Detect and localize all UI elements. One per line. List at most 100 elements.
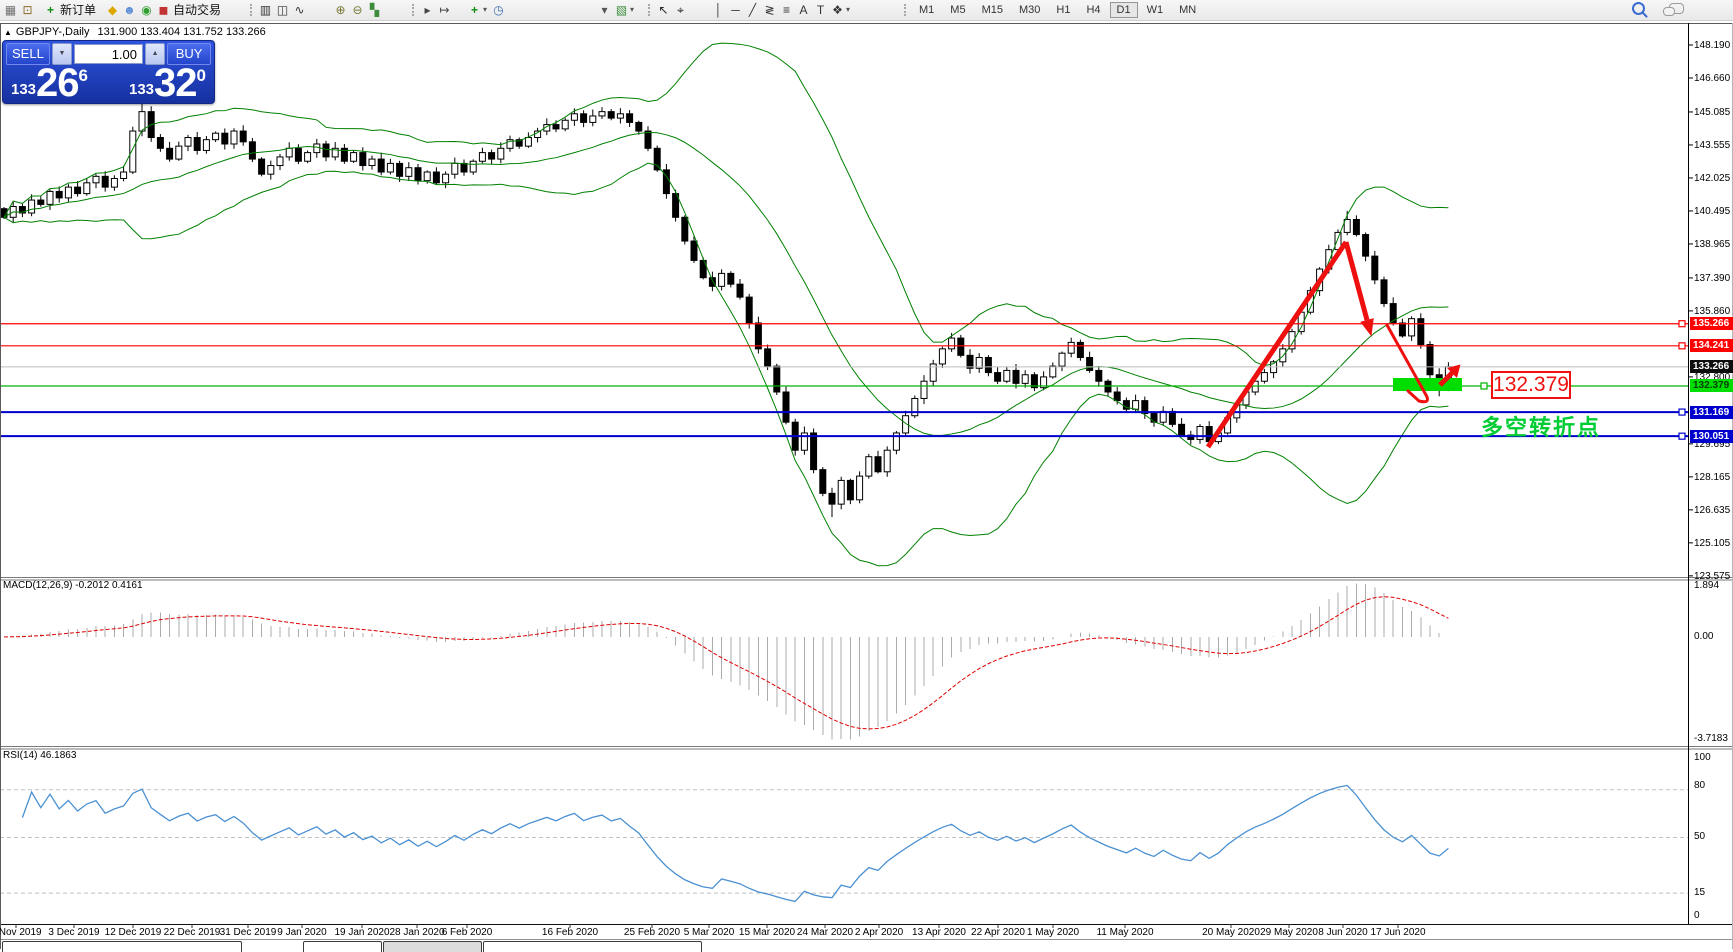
price-tick-label: 137.390 [1694,273,1733,284]
text-label-icon[interactable]: T [812,2,829,18]
toolbar-grip[interactable] [904,4,906,16]
hline-handle[interactable] [1481,383,1487,389]
toolbar-group: │─╱≷≡AT❖▾ [710,1,853,18]
chart-window-icon[interactable]: ▦ [2,2,19,18]
price-tick-label: 143.555 [1694,140,1733,151]
date-label: 22 Apr 2020 [971,927,1025,938]
toolbar-grip[interactable] [250,4,252,16]
template-icon[interactable]: ▧ [613,2,630,18]
macd-axis-label: -3.7183 [1694,733,1728,744]
window-marker-icon: ▲ [4,28,12,37]
hline-handle[interactable] [1679,321,1685,327]
date-label: 6 Feb 2020 [442,927,493,938]
candlestick-chart-icon[interactable]: ◫ [274,2,291,18]
chart-tab[interactable] [383,941,482,952]
buy-price[interactable]: 133 32 0 [129,63,206,103]
bollinger-lower-band [4,163,1448,566]
sell-price-prefix: 133 [11,81,36,98]
turning-point-annotation[interactable]: 多空转折点 [1481,410,1601,442]
main-toolbar: ▦⊡+新订单◆☻◉◼自动交易▥◫∿⊕⊖▚▸↦+▾◷▾▧▾↖⌖│─╱≷≡AT❖▾M… [0,0,1733,21]
toolbar-right-icons [1632,2,1684,15]
timeframe-m1[interactable]: M1 [912,2,941,18]
timeframe-h4[interactable]: H4 [1079,2,1107,18]
macd-layer [4,583,1448,739]
sell-price-sup: 6 [79,66,88,86]
date-label: 19 Jan 2020 [334,927,389,938]
date-label: 25 Feb 2020 [624,927,680,938]
toolbar-group: +新订单 [42,1,102,18]
fibo-retracement-icon[interactable]: ≷ [761,2,778,18]
rally-trend-arrow[interactable] [1208,242,1346,447]
signals-icon[interactable]: ◉ [138,2,155,18]
macd-indicator-label: MACD(12,26,9) -0.2012 0.4161 [3,580,143,591]
date-label: 13 Apr 2020 [912,927,966,938]
arrows-icon[interactable]: ❖ [829,2,846,18]
chart-shift-icon[interactable]: ↦ [436,2,453,18]
timeframe-mn[interactable]: MN [1172,2,1203,18]
timeframe-toolbar: M1M5M15M30H1H4D1W1MN [904,1,1204,18]
price-tick-label: 145.085 [1694,107,1733,118]
trendline-icon[interactable]: ╱ [744,2,761,18]
timeframe-d1[interactable]: D1 [1110,2,1138,18]
autotrading-icon[interactable]: ◼ [155,2,172,18]
indicators-icon-caret[interactable]: ▾ [483,5,487,14]
date-label: 28 Jan 2020 [389,927,444,938]
date-label: 4 Nov 2019 [0,927,42,938]
toolbar-group: ▥◫∿ [250,1,308,18]
horizontal-line-icon[interactable]: ─ [727,2,744,18]
toolbar-grip[interactable] [412,4,414,16]
metaeditor-icon[interactable]: ◆ [104,2,121,18]
hline-handle[interactable] [1679,409,1685,415]
date-label: 2 Apr 2020 [855,927,903,938]
chart-tab[interactable] [483,941,702,952]
template-icon-caret[interactable]: ▾ [630,5,634,14]
clock-icon[interactable]: ◷ [490,2,507,18]
volume-input[interactable] [74,44,143,64]
chart-profile-icon[interactable]: ⊡ [19,2,36,18]
ohlc-values: 131.900 133.404 131.752 133.266 [97,26,265,38]
timeframe-m5[interactable]: M5 [943,2,972,18]
sell-price[interactable]: 133 26 6 [11,63,88,103]
price-tick-label: 128.165 [1694,472,1733,483]
autoscroll-icon[interactable]: ▸ [419,2,436,18]
community-icon[interactable]: ☻ [121,2,138,18]
chat-icon[interactable] [1669,3,1684,14]
date-label: 5 Mar 2020 [684,927,735,938]
indicators-icon[interactable]: + [466,2,483,18]
arrows-icon-caret[interactable]: ▾ [846,5,850,14]
fibo-expansion-icon[interactable]: ≡ [778,2,795,18]
toolbar-grip[interactable] [648,4,650,16]
vertical-line-icon[interactable]: │ [710,2,727,18]
price-badge-134.241: 134.241 [1690,339,1733,352]
zoom-out-icon[interactable]: ⊖ [349,2,366,18]
price-annotation-label[interactable]: 132.379 [1491,371,1571,399]
text-icon[interactable]: A [795,2,812,18]
price-tick-label: 142.025 [1694,173,1733,184]
timeframe-m30[interactable]: M30 [1012,2,1047,18]
support-zone-rect[interactable] [1393,378,1462,391]
autotrading-icon-label[interactable]: 自动交易 [173,1,221,18]
hline-handle[interactable] [1679,433,1685,439]
new-order-icon[interactable]: + [42,2,59,18]
cursor-icon[interactable]: ↖ [655,2,672,18]
hline-handle[interactable] [1679,343,1685,349]
tile-windows-icon[interactable]: ▚ [366,2,383,18]
dropdown-icon[interactable]: ▾ [596,2,613,18]
chart-tab[interactable] [2,941,242,952]
rsi-axis-label: 80 [1694,780,1705,791]
zoom-in-icon[interactable]: ⊕ [332,2,349,18]
timeframe-h1[interactable]: H1 [1049,2,1077,18]
bollinger-middle-band [4,132,1448,435]
chart-canvas[interactable] [0,0,1733,949]
bar-chart-icon[interactable]: ▥ [257,2,274,18]
rsi-indicator-label: RSI(14) 46.1863 [3,750,76,761]
timeframe-m15[interactable]: M15 [975,2,1010,18]
chart-tab[interactable] [303,941,382,952]
timeframe-w1[interactable]: W1 [1140,2,1171,18]
rsi-axis-label: 100 [1694,752,1711,763]
search-icon[interactable] [1632,2,1645,15]
buy-price-sup: 0 [197,66,206,86]
line-chart-icon[interactable]: ∿ [291,2,308,18]
crosshair-icon[interactable]: ⌖ [672,2,689,18]
new-order-icon-label[interactable]: 新订单 [60,1,96,18]
